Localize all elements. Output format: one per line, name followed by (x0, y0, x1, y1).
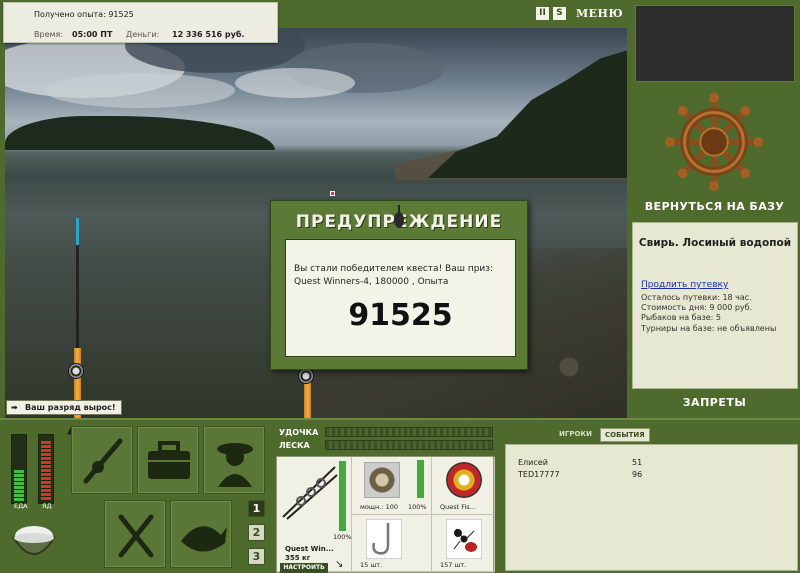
reel-icon-1 (68, 363, 84, 379)
extend-permit-link[interactable]: Продлить путевку (641, 280, 728, 290)
rod-weight: 355 кг (285, 554, 311, 562)
players-panel: ИГРОКИ СОБЫТИЯ Елисей 51 TED17777 96 (503, 422, 800, 573)
rod-bar-label: УДОЧКА (279, 428, 319, 437)
players-list: Елисей 51 TED17777 96 (505, 444, 798, 571)
player-row[interactable]: TED17777 96 (518, 470, 788, 479)
line-cell[interactable]: Quest Fis... (432, 457, 495, 515)
fisherman-icon (217, 443, 253, 487)
player-name: TED17777 (518, 470, 560, 479)
menu-button[interactable]: МЕНЮ (576, 7, 623, 23)
reel-image (364, 462, 400, 498)
dialog-number: 91525 (348, 298, 453, 333)
location-panel: Свирь. Лосиный водопой Продлить путевку … (632, 222, 798, 389)
fishing-rod-1[interactable] (76, 218, 79, 368)
status-panel: Получено опыта: 91525 Время: 05:00 ПТ Де… (3, 2, 278, 43)
rod-reel-icon (282, 466, 338, 520)
hook-icon (366, 519, 402, 559)
tournaments-status: Турниры на базе: не объявлены (641, 324, 777, 333)
ant-bait-icon (446, 519, 482, 559)
fish-cage-button[interactable] (170, 500, 232, 568)
fork-knife-icon (118, 514, 154, 558)
bowl-icon[interactable] (8, 514, 60, 566)
sound-button[interactable]: S (553, 7, 566, 20)
right-panel: ВЕРНУТЬСЯ НА БАЗУ Свирь. Лосиный водопой… (629, 0, 800, 418)
location-title: Свирь. Лосиный водопой (638, 237, 792, 249)
top-buttons: II S МЕНЮ (536, 7, 623, 23)
tackle-panel: 100% Quest Win... 355 кг НАСТРОИТЬ ↘ мощ… (276, 456, 495, 573)
line-tension-bar (325, 440, 493, 450)
food-button[interactable] (104, 500, 166, 568)
food-meter-fill (14, 470, 24, 501)
arrow-down-right-icon: ↘ (335, 559, 344, 570)
tackle-box-button[interactable] (137, 426, 199, 494)
tackle-box-icon (148, 441, 190, 479)
reel-cell[interactable]: мощн.: 100 100% (352, 457, 432, 515)
player-name: Елисей (518, 458, 548, 467)
food-label: ЕДА (14, 502, 28, 510)
food-meter (11, 434, 27, 504)
line-bar-label: ЛЕСКА (279, 441, 310, 450)
rank-badge-text: Ваш разряд вырос! (25, 403, 116, 412)
line-name: Quest Fis... (440, 503, 476, 511)
ad-box (635, 5, 795, 82)
rank-badge[interactable]: ➡ Ваш разряд вырос! (6, 400, 122, 415)
pause-button[interactable]: II (536, 7, 549, 20)
reel-strength-bar (417, 460, 424, 498)
money-label: Деньги: (126, 30, 160, 39)
line-spool-image (446, 462, 482, 498)
day-cost: Стоимость дня: 9 000 руб. (641, 303, 753, 312)
fisherman-button[interactable] (203, 426, 265, 494)
ship-wheel-icon[interactable] (665, 93, 763, 191)
tackle-area: УДОЧКА ЛЕСКА 100% Quest Win... 355 кг НА… (273, 422, 498, 573)
warning-dialog[interactable]: ПРЕДУПРЕЖДЕНИЕ Вы стали победителем квес… (270, 200, 528, 370)
treeline-left (5, 116, 275, 150)
player-score: 51 (632, 458, 643, 467)
money-value: 12 336 516 руб. (172, 30, 245, 39)
player-score: 96 (632, 470, 643, 479)
time-value: 05:00 ПТ (72, 30, 113, 39)
bait-cell[interactable]: 157 шт. (432, 515, 495, 572)
rod-cell[interactable]: 100% Quest Win... 355 кг НАСТРОИТЬ ↘ (277, 457, 352, 573)
float-icon (330, 191, 335, 196)
permit-remaining: Осталось путевки: 18 час. (641, 293, 752, 302)
page-button-3[interactable]: 3 (248, 548, 265, 565)
reel-percent: 100% (408, 503, 427, 511)
float-icon-title (394, 205, 404, 228)
tab-players[interactable]: ИГРОКИ (555, 428, 596, 442)
dialog-body: Вы стали победителем квеста! Ваш приз: Q… (285, 239, 516, 357)
page-button-2[interactable]: 2 (248, 524, 265, 541)
dialog-message: Вы стали победителем квеста! Ваш приз: Q… (294, 264, 494, 287)
rod-tension-bar (325, 427, 493, 437)
arrow-right-icon: ➡ (11, 403, 18, 412)
game-screen: Получено опыта: 91525 Время: 05:00 ПТ Де… (0, 0, 800, 573)
reel-icon-2 (298, 368, 314, 384)
back-to-base-button[interactable]: ВЕРНУТЬСЯ НА БАЗУ (629, 200, 800, 213)
player-row[interactable]: Елисей 51 (518, 458, 788, 467)
bait-count: 157 шт. (440, 561, 467, 569)
rod-strength-bar (339, 461, 346, 531)
poison-meter (38, 434, 54, 504)
rod-slot-button[interactable] (71, 426, 133, 494)
hook-count: 15 шт. (360, 561, 383, 569)
time-label: Время: (34, 30, 64, 39)
page-button-1[interactable]: 1 (248, 500, 265, 517)
rod-icon (83, 438, 123, 484)
tab-events[interactable]: СОБЫТИЯ (599, 428, 650, 442)
bans-button[interactable]: ЗАПРЕТЫ (629, 396, 800, 409)
poison-label: ЯД (42, 502, 52, 510)
bottom-bar: ЕДА ЯД ▲ 1 2 3 УДОЧКА ЛЕСКА (0, 418, 800, 573)
poison-meter-fill (41, 441, 51, 501)
rod-percent: 100% (333, 533, 352, 541)
anglers-count: Рыбаков на базе: 5 (641, 313, 721, 322)
experience-text: Получено опыта: 91525 (34, 10, 134, 19)
setup-button[interactable]: НАСТРОИТЬ (280, 563, 328, 573)
reel-power: мощн.: 100 (360, 503, 398, 511)
fish-icon (181, 526, 227, 552)
rod-name: Quest Win... (285, 545, 334, 553)
players-tabs: ИГРОКИ СОБЫТИЯ (555, 428, 650, 442)
hook-cell[interactable]: 15 шт. (352, 515, 432, 572)
